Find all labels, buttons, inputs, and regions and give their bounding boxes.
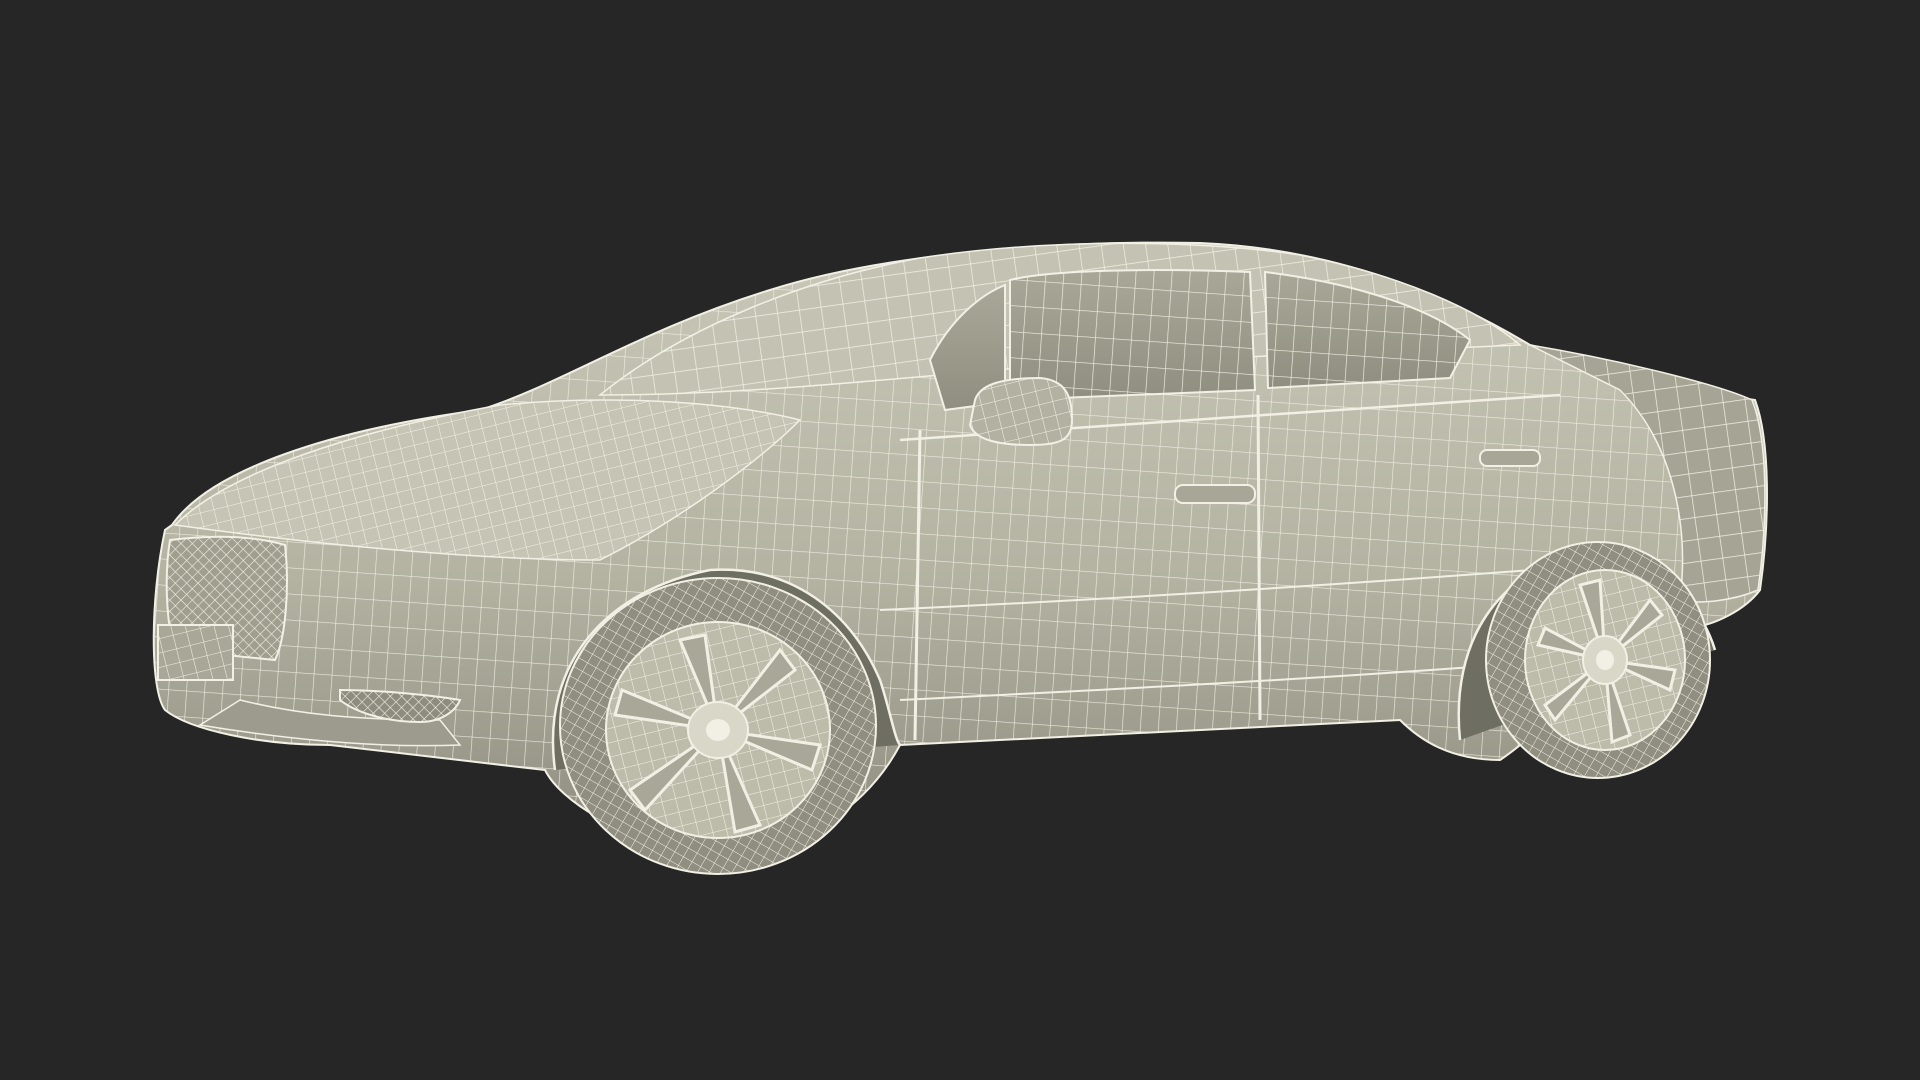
rear-wheel [1485, 541, 1711, 779]
render-viewport [0, 0, 1920, 1080]
car-body [152, 241, 1768, 853]
car-wireframe-render [152, 241, 1768, 875]
front-wheel [559, 577, 877, 875]
